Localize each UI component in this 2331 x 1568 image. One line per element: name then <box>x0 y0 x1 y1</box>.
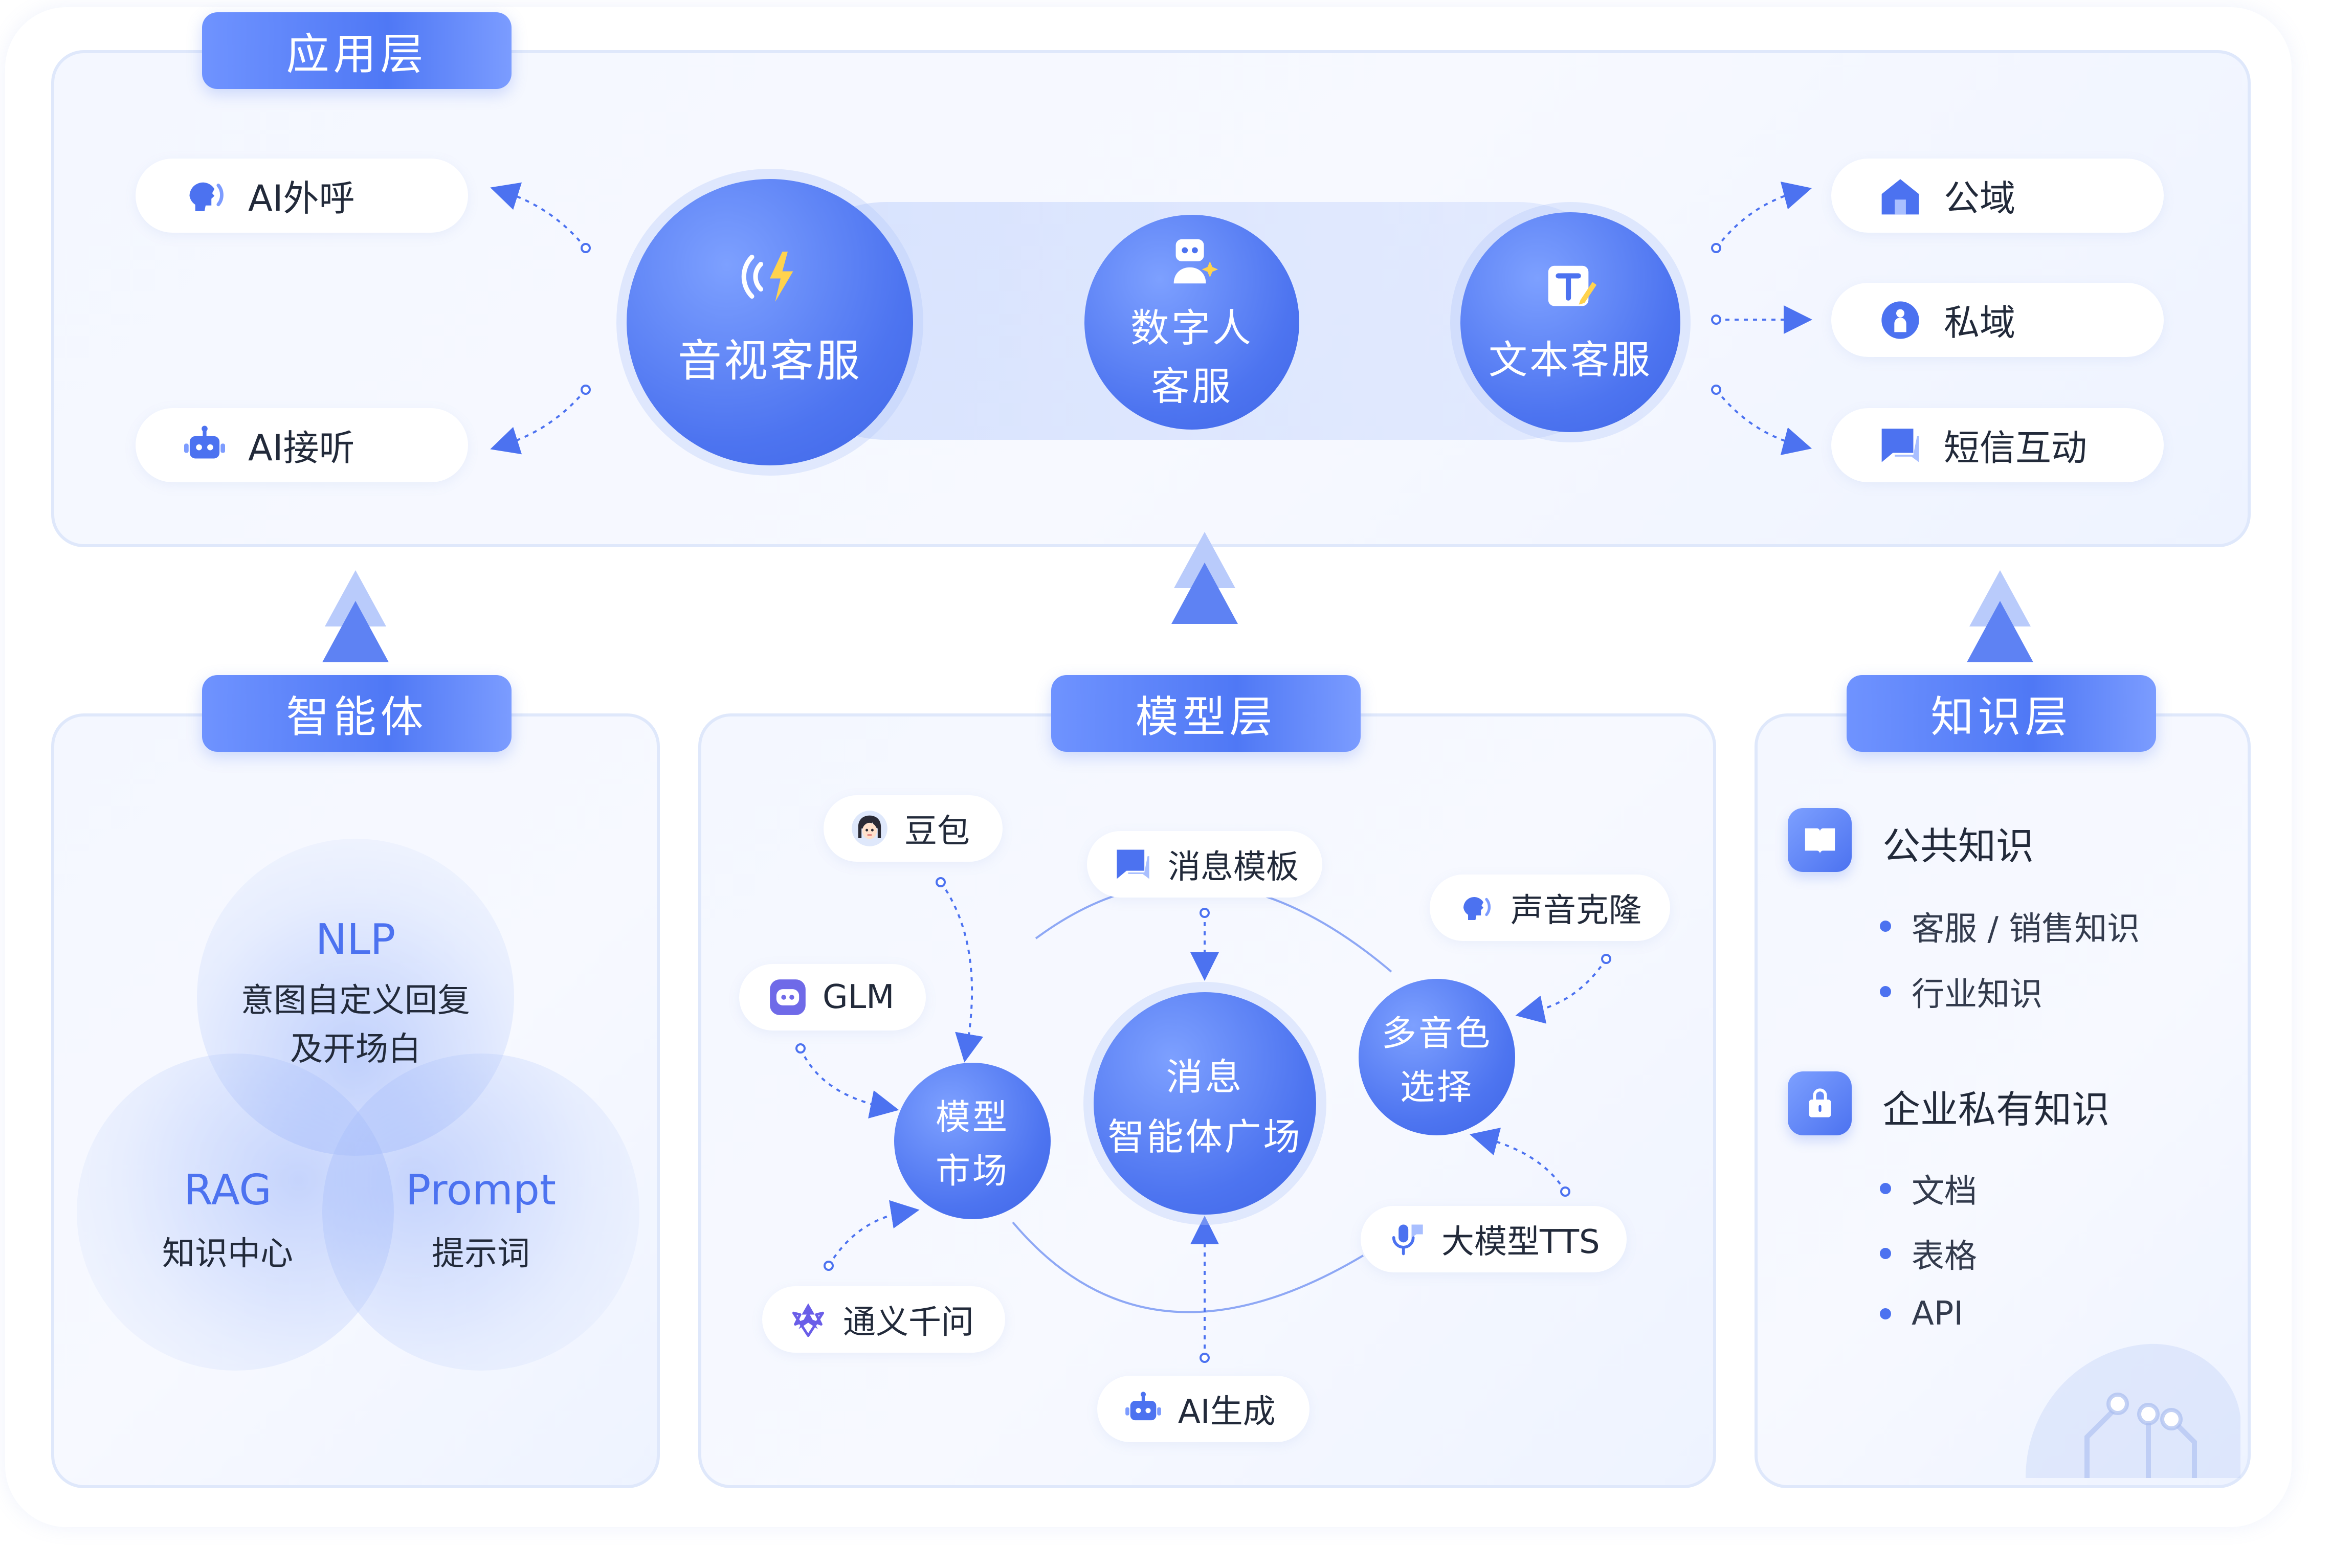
glm-pill[interactable]: GLM <box>739 964 926 1031</box>
doubao-label: 豆包 <box>904 813 970 850</box>
microphone-icon <box>1386 1219 1427 1260</box>
voice-clone-label: 声音克隆 <box>1511 892 1641 930</box>
tongyi-pill[interactable]: 通义千问 <box>762 1286 1005 1353</box>
bullet <box>1880 1183 1891 1194</box>
orbit-arc-bottom <box>1012 1221 1364 1313</box>
knowledge-layer-tag: 知识层 <box>1847 675 2156 752</box>
doubao-avatar-icon <box>849 808 890 849</box>
application-connectors <box>490 182 1812 455</box>
nlp-line1: 意图自定义回复 <box>241 982 470 1020</box>
bullet <box>1880 921 1891 932</box>
nlp-line2: 及开场白 <box>290 1031 421 1068</box>
prompt-line1: 提示词 <box>432 1235 530 1273</box>
connector-tongyi <box>828 1200 920 1267</box>
public-knowledge-item-2: 行业知识 <box>1880 968 2043 1015</box>
connector-to-ai-outbound <box>490 182 587 249</box>
private-knowledge-item-1-text: 文档 <box>1912 1173 1977 1211</box>
voice-select-circle[interactable]: 多音色 选择 <box>1359 979 1515 1135</box>
msg-template-label: 消息模板 <box>1168 848 1299 886</box>
private-knowledge-item-2-text: 表格 <box>1912 1238 1977 1275</box>
agent-layer-tag: 智能体 <box>202 675 512 752</box>
msg-template-pill[interactable]: 消息模板 <box>1087 831 1322 898</box>
agent-plaza-circle[interactable]: 消息 智能体广场 <box>1094 992 1316 1215</box>
private-knowledge-icon <box>1788 1071 1852 1135</box>
model-market-line1: 模型 <box>935 1097 1009 1138</box>
voice-clone-icon <box>1455 887 1496 928</box>
circuit-decoration <box>2026 1343 2240 1478</box>
connector-to-ai-answer <box>490 389 587 455</box>
connector-to-sms <box>1715 389 1812 455</box>
tts-pill[interactable]: 大模型TTS <box>1361 1206 1627 1272</box>
public-knowledge-icon <box>1788 808 1852 872</box>
ai-gen-label: AI生成 <box>1178 1393 1276 1431</box>
agent-plaza-line1: 消息 <box>1166 1055 1244 1099</box>
ai-gen-pill[interactable]: AI生成 <box>1097 1376 1309 1442</box>
private-knowledge-title: 企业私有知识 <box>1882 1088 2110 1132</box>
voice-select-line1: 多音色 <box>1381 1014 1492 1054</box>
glm-icon <box>767 977 808 1018</box>
bullet <box>1880 1308 1891 1319</box>
voice-select-line2: 选择 <box>1400 1067 1474 1108</box>
private-knowledge-item-3: API <box>1880 1295 1963 1333</box>
private-knowledge-item-2: 表格 <box>1880 1230 1977 1277</box>
model-market-circle[interactable]: 模型 市场 <box>894 1063 1051 1219</box>
bullet <box>1880 1248 1891 1259</box>
prompt-title: Prompt <box>405 1166 557 1215</box>
public-knowledge-item-2-text: 行业知识 <box>1912 976 2043 1014</box>
connector-to-public-domain <box>1715 182 1812 249</box>
ai-robot-icon <box>1123 1388 1164 1429</box>
doubao-pill[interactable]: 豆包 <box>824 795 1003 862</box>
up-arrow-model <box>1171 532 1238 624</box>
public-knowledge-title: 公共知识 <box>1882 824 2034 868</box>
connector-doubao <box>940 881 984 1063</box>
message-template-icon <box>1113 844 1153 885</box>
private-knowledge-item-3-text: API <box>1912 1295 1964 1333</box>
tongyi-icon <box>788 1299 829 1340</box>
diagram-canvas: 应用层 AI外呼 AI接听 音视客服 数字人 客服 文本客服 公域 私域 短信互… <box>0 0 2331 1568</box>
agent-plaza-line2: 智能体广场 <box>1107 1115 1302 1158</box>
up-arrow-knowledge <box>1967 570 2033 662</box>
connector-glm <box>800 1048 899 1118</box>
public-knowledge-item-1: 客服 / 销售知识 <box>1880 903 2140 950</box>
tongyi-label: 通义千问 <box>843 1304 974 1341</box>
nlp-title: NLP <box>315 915 396 964</box>
up-arrow-agent <box>322 570 389 662</box>
public-knowledge-item-1-text: 客服 / 销售知识 <box>1912 910 2140 948</box>
connector-tts <box>1469 1127 1566 1193</box>
connector-voice-clone <box>1515 958 1607 1024</box>
voice-clone-pill[interactable]: 声音克隆 <box>1430 875 1670 941</box>
bullet <box>1880 986 1891 997</box>
model-market-line2: 市场 <box>935 1151 1009 1192</box>
glm-label: GLM <box>823 978 895 1016</box>
tts-label: 大模型TTS <box>1441 1223 1600 1261</box>
private-knowledge-item-1: 文档 <box>1880 1165 1977 1212</box>
